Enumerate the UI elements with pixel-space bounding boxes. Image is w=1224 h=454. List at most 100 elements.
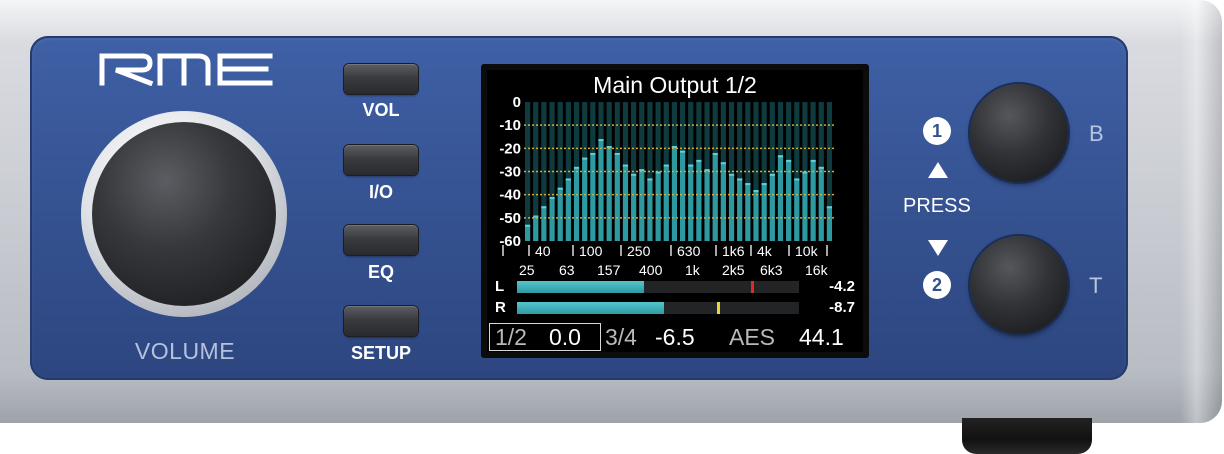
spectrum-bar — [663, 164, 669, 241]
freq-label-bottom: 2k5 — [722, 262, 745, 276]
status-val1: 0.0 — [549, 324, 581, 350]
freq-label-top: 10k — [795, 243, 819, 259]
freq-label-bottom: 400 — [639, 262, 663, 276]
press-label: PRESS — [903, 195, 971, 217]
spectrum-bar-top — [786, 159, 792, 162]
spectrum-bar-top — [777, 155, 784, 158]
freq-label-bottom: 25 — [519, 262, 535, 276]
spectrum-bar-top — [598, 139, 604, 142]
spectrum-bar-top — [810, 159, 816, 162]
db-scale-label: 0 — [513, 96, 521, 111]
arrow-down-icon — [928, 240, 948, 256]
db-scale-label: -10 — [499, 117, 521, 134]
spectrum-bar-top — [728, 173, 735, 176]
encoder-1-knob[interactable] — [970, 84, 1068, 182]
status-source: AES — [729, 324, 776, 350]
spectrum-bar-top — [663, 164, 669, 167]
db-scale-label: -50 — [499, 210, 521, 227]
spectrum-bar — [737, 178, 743, 241]
freq-label-top: 40 — [535, 243, 551, 259]
spectrum-bar-top — [631, 173, 637, 176]
freq-label-top: 4k — [757, 243, 773, 259]
spectrum-bar — [573, 166, 580, 241]
spectrum-bar-top — [525, 224, 531, 227]
spectrum-bar — [720, 162, 726, 241]
spectrum-bar — [688, 164, 694, 241]
db-scale-label: -40 — [499, 187, 521, 204]
spectrum-bar-top — [826, 206, 832, 209]
spectrum-bar — [606, 146, 612, 241]
spectrum-bar-top — [794, 178, 800, 181]
spectrum-bar-top — [745, 183, 751, 186]
spectrum-bar — [590, 152, 596, 241]
spectrum-bar-top — [590, 152, 596, 155]
spectrum-bar-top — [565, 178, 571, 181]
spectrum-bar-top — [761, 183, 767, 186]
spectrum-bar — [631, 173, 637, 241]
spectrum-bar — [794, 178, 800, 241]
spectrum-bar — [818, 166, 824, 241]
freq-label-top: 100 — [579, 243, 603, 259]
spectrum-bar — [704, 169, 710, 241]
spectrum-bar — [761, 183, 767, 241]
meter-value-r: -8.7 — [829, 299, 855, 316]
chassis-edge — [1180, 0, 1222, 423]
spectrum-bar — [777, 155, 784, 241]
io-button[interactable] — [344, 145, 418, 175]
meter-track-r — [517, 302, 799, 314]
spectrum-bar — [647, 178, 653, 241]
arrow-up-icon — [928, 162, 948, 178]
vol-button[interactable] — [344, 64, 418, 94]
freq-label-top: 630 — [677, 243, 701, 259]
eq-button[interactable] — [344, 225, 418, 255]
status-bar: 1/2 0.0 3/4 -6.5 AES 44.1 — [487, 322, 863, 352]
encoder-1-number: 1 — [923, 117, 951, 145]
spectrum-bar-top — [737, 178, 743, 181]
spectrum-bar — [671, 146, 677, 241]
spectrum-bar-top — [557, 187, 563, 190]
eq-button-label: EQ — [367, 262, 394, 282]
spectrum-bar-top — [614, 152, 620, 155]
spectrum-bar — [826, 206, 832, 241]
spectrum-bar — [745, 183, 751, 241]
spectrum-bar-top — [688, 164, 694, 167]
vol-button-label: VOL — [362, 100, 400, 120]
status-rate: 44.1 — [799, 324, 844, 350]
spectrum-bar-top — [622, 164, 629, 167]
meter-peak-l — [751, 281, 755, 293]
meter-label-r: R — [495, 299, 506, 316]
spectrum-analyzer: 0-10-20-30-40-50-6040 100 250 630 1k6 4k 10k25… — [499, 96, 834, 276]
setup-button-label: SETUP — [350, 343, 411, 363]
spectrum-bar-top — [769, 173, 775, 176]
volume-knob[interactable] — [92, 122, 276, 306]
meter-level-l — [517, 281, 644, 293]
setup-button[interactable] — [344, 306, 418, 336]
encoder-2-knob[interactable] — [970, 236, 1068, 334]
meter-peak-r — [717, 302, 721, 314]
spectrum-bar — [582, 157, 588, 241]
meter-track-l — [517, 281, 799, 293]
spectrum-bar — [598, 139, 604, 241]
spectrum-bar — [680, 150, 686, 241]
meter-value-l: -4.2 — [829, 278, 855, 295]
status-val2: -6.5 — [655, 324, 695, 350]
spectrum-bar — [712, 152, 718, 241]
meter-label-l: L — [495, 278, 505, 295]
status-ch2: 3/4 — [605, 324, 637, 350]
status-ch1: 1/2 — [495, 324, 527, 350]
encoder-1-label: B — [1089, 121, 1104, 146]
spectrum-bar-top — [720, 162, 726, 165]
spectrum-bar-top — [549, 196, 555, 199]
display-screen: Main Output 1/2 0 -10 -20 -30 -40 -50 -60 40 100… — [487, 70, 863, 352]
rme-logo — [99, 53, 273, 86]
spectrum-bar — [525, 224, 531, 241]
freq-label-bottom: 63 — [559, 262, 575, 276]
db-scale-label: -30 — [499, 164, 521, 181]
spectrum-bar — [549, 196, 555, 241]
freq-label-bottom: 157 — [597, 262, 621, 276]
spectrum-bar — [769, 173, 775, 241]
device-foot — [962, 418, 1092, 454]
spectrum-bar — [753, 190, 759, 241]
spectrum-bar-top — [541, 206, 547, 209]
freq-label-top: 1k6 — [722, 243, 745, 259]
